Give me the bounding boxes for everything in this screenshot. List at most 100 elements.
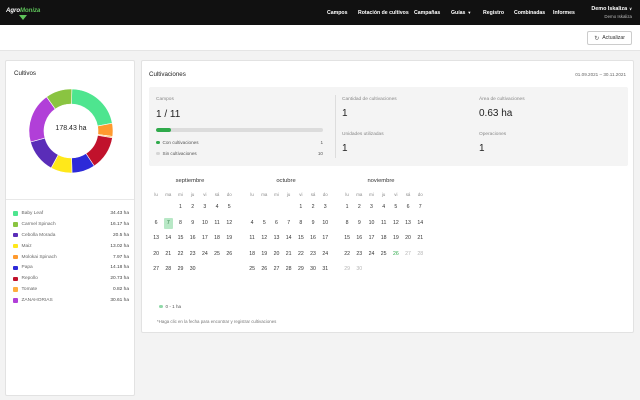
legend-item[interactable]: Maiz 13.02 ha bbox=[13, 241, 129, 252]
nav-item-rotacion[interactable]: Rotación de cultivos bbox=[358, 10, 409, 18]
day-cell[interactable]: 27 bbox=[270, 264, 282, 280]
day-cell[interactable]: 19 bbox=[223, 233, 235, 249]
day-cell[interactable]: 2 bbox=[187, 202, 199, 218]
day-cell[interactable]: 18 bbox=[378, 233, 390, 249]
day-cell[interactable]: 21 bbox=[162, 249, 174, 265]
day-cell[interactable]: 5 bbox=[223, 202, 235, 218]
day-cell[interactable]: 7 bbox=[414, 202, 426, 218]
day-cell[interactable]: 25 bbox=[246, 264, 258, 280]
day-cell[interactable]: 17 bbox=[319, 233, 331, 249]
day-cell[interactable]: 22 bbox=[174, 249, 186, 265]
day-cell[interactable]: 9 bbox=[307, 218, 319, 234]
day-cell[interactable]: 19 bbox=[258, 249, 270, 265]
day-cell[interactable]: 2 bbox=[353, 202, 365, 218]
day-cell[interactable]: 15 bbox=[174, 233, 186, 249]
day-cell[interactable]: 14 bbox=[162, 233, 174, 249]
day-cell[interactable]: 6 bbox=[270, 218, 282, 234]
nav-item-informes[interactable]: Informes bbox=[553, 10, 575, 18]
day-cell[interactable]: 12 bbox=[223, 218, 235, 234]
day-cell[interactable]: 3 bbox=[199, 202, 211, 218]
day-cell[interactable]: 28 bbox=[283, 264, 295, 280]
day-cell[interactable]: 5 bbox=[390, 202, 402, 218]
day-cell[interactable]: 25 bbox=[378, 249, 390, 265]
day-cell[interactable]: 26 bbox=[223, 249, 235, 265]
day-cell[interactable]: 26 bbox=[258, 264, 270, 280]
day-cell[interactable]: 1 bbox=[295, 202, 307, 218]
day-cell[interactable]: 9 bbox=[353, 218, 365, 234]
day-cell[interactable]: 30 bbox=[353, 264, 365, 280]
day-cell[interactable]: 9 bbox=[187, 218, 199, 234]
day-cell[interactable]: 18 bbox=[246, 249, 258, 265]
day-cell[interactable]: 24 bbox=[319, 249, 331, 265]
day-cell[interactable]: 12 bbox=[390, 218, 402, 234]
day-cell[interactable]: 8 bbox=[341, 218, 353, 234]
day-cell[interactable]: 17 bbox=[365, 233, 377, 249]
legend-item[interactable]: Molokai Spinach 7.97 ha bbox=[13, 252, 129, 263]
legend-item[interactable]: Papa 14.18 ha bbox=[13, 262, 129, 273]
day-cell[interactable]: 4 bbox=[378, 202, 390, 218]
day-cell[interactable]: 18 bbox=[211, 233, 223, 249]
day-cell[interactable]: 29 bbox=[174, 264, 186, 280]
day-cell[interactable]: 29 bbox=[341, 264, 353, 280]
day-cell[interactable]: 6 bbox=[150, 218, 162, 234]
nav-item-combinadas[interactable]: Combinadas bbox=[514, 10, 545, 18]
day-cell[interactable]: 11 bbox=[246, 233, 258, 249]
day-cell[interactable]: 10 bbox=[365, 218, 377, 234]
day-cell[interactable]: 11 bbox=[211, 218, 223, 234]
nav-item-campos[interactable]: Campos bbox=[327, 10, 347, 18]
day-cell[interactable]: 24 bbox=[365, 249, 377, 265]
day-cell[interactable]: 29 bbox=[295, 264, 307, 280]
day-cell[interactable]: 16 bbox=[307, 233, 319, 249]
day-cell[interactable]: 23 bbox=[187, 249, 199, 265]
day-cell[interactable]: 17 bbox=[199, 233, 211, 249]
app-logo[interactable]: AgroMoniza bbox=[6, 4, 46, 21]
day-cell[interactable]: 30 bbox=[187, 264, 199, 280]
day-cell[interactable]: 7 bbox=[162, 217, 174, 234]
day-cell[interactable]: 20 bbox=[150, 249, 162, 265]
day-cell[interactable]: 12 bbox=[258, 233, 270, 249]
nav-item-campanas[interactable]: Campañas bbox=[414, 10, 440, 18]
day-cell[interactable]: 31 bbox=[319, 264, 331, 280]
user-menu[interactable]: Demo Iskaliza ∨ Demo Iskaliza bbox=[591, 6, 632, 19]
day-cell[interactable]: 25 bbox=[211, 249, 223, 265]
day-cell[interactable]: 3 bbox=[319, 202, 331, 218]
day-cell[interactable]: 2 bbox=[307, 202, 319, 218]
legend-item[interactable]: Carmel Spinach 16.17 ha bbox=[13, 219, 129, 230]
nav-item-guias[interactable]: Guías ▼ bbox=[451, 10, 471, 18]
day-cell[interactable]: 4 bbox=[246, 218, 258, 234]
day-cell[interactable]: 21 bbox=[414, 233, 426, 249]
day-cell[interactable]: 14 bbox=[414, 218, 426, 234]
day-cell[interactable]: 23 bbox=[353, 249, 365, 265]
day-cell[interactable]: 23 bbox=[307, 249, 319, 265]
day-cell[interactable]: 10 bbox=[199, 218, 211, 234]
day-cell[interactable]: 14 bbox=[283, 233, 295, 249]
day-cell[interactable]: 11 bbox=[378, 218, 390, 234]
day-cell[interactable]: 22 bbox=[341, 249, 353, 265]
day-cell[interactable]: 27 bbox=[402, 249, 414, 265]
day-cell[interactable]: 20 bbox=[402, 233, 414, 249]
refresh-button[interactable]: ↻ Actualizar bbox=[587, 31, 632, 45]
legend-item[interactable]: Repollo 20.73 ha bbox=[13, 273, 129, 284]
day-cell[interactable]: 7 bbox=[283, 218, 295, 234]
day-cell[interactable]: 10 bbox=[319, 218, 331, 234]
legend-item[interactable]: Tomate 0.82 ha bbox=[13, 284, 129, 295]
legend-item[interactable]: ZANAHORIAS 30.61 ha bbox=[13, 295, 129, 306]
donut-slice[interactable] bbox=[71, 88, 113, 127]
legend-item[interactable]: Cebolla Morada 20.5 ha bbox=[13, 230, 129, 241]
legend-item[interactable]: Baby Leaf 34.43 ha bbox=[13, 208, 129, 219]
day-cell[interactable]: 6 bbox=[402, 202, 414, 218]
day-cell[interactable]: 3 bbox=[365, 202, 377, 218]
day-cell[interactable]: 19 bbox=[390, 233, 402, 249]
day-cell[interactable]: 16 bbox=[187, 233, 199, 249]
day-cell[interactable]: 24 bbox=[199, 249, 211, 265]
day-cell[interactable]: 1 bbox=[341, 202, 353, 218]
day-cell[interactable]: 4 bbox=[211, 202, 223, 218]
day-cell[interactable]: 30 bbox=[307, 264, 319, 280]
day-cell[interactable]: 26 bbox=[390, 249, 402, 265]
day-cell[interactable]: 27 bbox=[150, 264, 162, 280]
day-cell[interactable]: 8 bbox=[295, 218, 307, 234]
day-cell[interactable]: 13 bbox=[402, 218, 414, 234]
day-cell[interactable]: 8 bbox=[174, 218, 186, 234]
day-cell[interactable]: 28 bbox=[162, 264, 174, 280]
day-cell[interactable]: 13 bbox=[150, 233, 162, 249]
